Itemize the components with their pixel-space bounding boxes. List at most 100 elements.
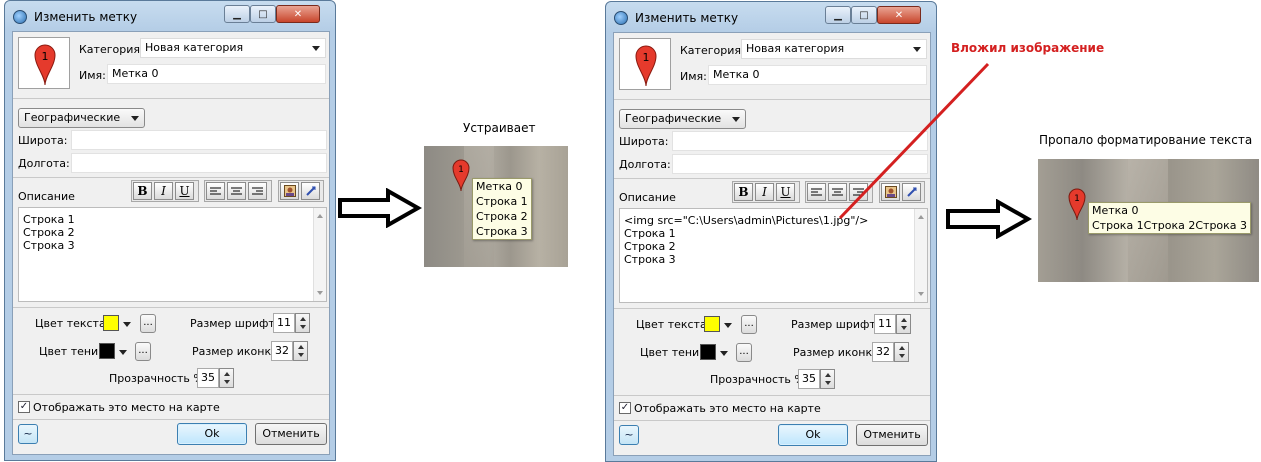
- minimize-button[interactable]: ▁: [825, 6, 851, 24]
- bold-button[interactable]: B: [133, 182, 152, 200]
- shadow-color-swatch[interactable]: [99, 343, 115, 359]
- italic-button[interactable]: I: [755, 183, 774, 201]
- svg-text:1: 1: [42, 50, 49, 63]
- icon-size-input[interactable]: 32: [872, 342, 894, 362]
- cancel-button[interactable]: Отменить: [255, 423, 327, 445]
- marker-tooltip: Метка 0 Строка 1 Строка 2 Строка 3: [472, 178, 532, 240]
- bold-button[interactable]: B: [734, 183, 753, 201]
- chevron-down-icon[interactable]: [119, 350, 127, 355]
- align-center-button[interactable]: [227, 182, 246, 200]
- minimize-button[interactable]: ▁: [224, 5, 250, 23]
- tooltip-line: Строка 3: [476, 225, 528, 238]
- name-label: Имя:: [79, 69, 106, 82]
- font-size-input[interactable]: 11: [273, 313, 295, 333]
- chevron-down-icon: [913, 47, 921, 52]
- show-on-map-checkbox[interactable]: ✓: [619, 402, 631, 414]
- underline-button[interactable]: U: [776, 183, 795, 201]
- category-value: Новая категория: [145, 41, 244, 54]
- icon-size-spinner[interactable]: [894, 342, 909, 362]
- marker-icon-preview[interactable]: 1: [619, 38, 671, 90]
- insert-image-button[interactable]: [280, 182, 299, 200]
- shadow-color-label: Цвет тени: [39, 345, 99, 358]
- align-toolbar: [204, 180, 272, 202]
- align-left-button[interactable]: [206, 182, 225, 200]
- tooltip-line: Метка 0: [476, 180, 523, 193]
- tilde-button[interactable]: ~: [18, 424, 38, 444]
- coord-mode-select[interactable]: Географические: [619, 109, 746, 129]
- chevron-down-icon[interactable]: [123, 322, 131, 327]
- tooltip-line: Строка 1: [476, 195, 528, 208]
- icon-size-input[interactable]: 32: [271, 341, 293, 361]
- latitude-input[interactable]: [71, 130, 327, 150]
- map-pin-icon: 1: [34, 44, 56, 86]
- opacity-input[interactable]: 35: [798, 369, 820, 389]
- latitude-label: Широта:: [619, 135, 669, 148]
- category-label: Категория:: [680, 44, 745, 57]
- opacity-spinner[interactable]: [219, 368, 234, 388]
- align-left-button[interactable]: [807, 183, 826, 201]
- font-size-spinner[interactable]: [295, 313, 310, 333]
- align-center-icon: [231, 187, 242, 194]
- text-color-more-button[interactable]: ...: [741, 315, 757, 334]
- name-input[interactable]: Метка 0: [107, 64, 326, 84]
- map-pin-icon: 1: [1068, 188, 1086, 221]
- opacity-spinner[interactable]: [820, 369, 835, 389]
- svg-text:1: 1: [643, 51, 650, 64]
- description-line: Строка 3: [23, 239, 75, 252]
- text-color-swatch[interactable]: [704, 316, 720, 332]
- coord-mode-select[interactable]: Географические: [18, 108, 145, 128]
- marker-tooltip: Метка 0 Строка 1Строка 2Строка 3: [1088, 202, 1252, 234]
- format-toolbar: B I U: [732, 181, 800, 203]
- italic-icon: I: [762, 185, 767, 199]
- italic-button[interactable]: I: [154, 182, 173, 200]
- description-label: Описание: [619, 191, 676, 204]
- longitude-input[interactable]: [71, 153, 327, 173]
- marker-icon-preview[interactable]: 1: [18, 37, 70, 89]
- icon-size-label: Размер иконки: [793, 346, 880, 359]
- description-line: Строка 1: [23, 213, 75, 226]
- description-line: Строка 1: [624, 227, 676, 240]
- annotation-inserted-image: Вложил изображение: [951, 41, 1105, 55]
- map-preview-lost: 1 Метка 0 Строка 1Строка 2Строка 3: [1038, 159, 1259, 282]
- maximize-button[interactable]: □: [250, 5, 276, 23]
- chevron-down-icon: [732, 117, 740, 122]
- chevron-down-icon[interactable]: [724, 323, 732, 328]
- font-size-input[interactable]: 11: [874, 314, 896, 334]
- chevron-down-icon[interactable]: [720, 351, 728, 356]
- close-button[interactable]: ✕: [276, 5, 320, 23]
- text-color-more-button[interactable]: ...: [140, 314, 156, 333]
- caption-ok: Устраивает: [463, 121, 536, 135]
- underline-button[interactable]: U: [175, 182, 194, 200]
- vertical-scrollbar[interactable]: [313, 208, 326, 301]
- tilde-button[interactable]: ~: [619, 425, 639, 445]
- minimize-icon: ▁: [834, 9, 842, 21]
- maximize-icon: □: [258, 8, 268, 20]
- align-right-button[interactable]: [248, 182, 267, 200]
- text-color-swatch[interactable]: [103, 315, 119, 331]
- shadow-color-more-button[interactable]: ...: [135, 342, 151, 361]
- cancel-button[interactable]: Отменить: [856, 424, 928, 446]
- divider: [13, 307, 329, 308]
- title-bar[interactable]: Изменить метку ▁ □ ✕: [606, 2, 936, 32]
- shadow-color-more-button[interactable]: ...: [736, 343, 752, 362]
- dialog-body: 1 Категория: Новая категория Имя: Метка …: [12, 31, 330, 455]
- underline-icon: U: [179, 184, 190, 198]
- close-button[interactable]: ✕: [877, 6, 921, 24]
- description-editor[interactable]: Строка 1 Строка 2 Строка 3: [18, 207, 327, 302]
- show-on-map-checkbox[interactable]: ✓: [18, 401, 30, 413]
- map-pin-icon: 1: [635, 45, 657, 87]
- title-bar[interactable]: Изменить метку ▁ □ ✕: [5, 1, 335, 31]
- ok-button[interactable]: Ok: [177, 423, 247, 445]
- category-select[interactable]: Новая категория: [741, 39, 927, 59]
- maximize-button[interactable]: □: [851, 6, 877, 24]
- arrow-right-icon: [946, 199, 1032, 239]
- font-size-spinner[interactable]: [896, 314, 911, 334]
- icon-size-spinner[interactable]: [293, 341, 308, 361]
- category-select[interactable]: Новая категория: [140, 38, 326, 58]
- scroll-down-icon: [918, 292, 924, 296]
- shadow-color-swatch[interactable]: [700, 344, 716, 360]
- edit-marker-dialog-left: Изменить метку ▁ □ ✕ 1 Категория: Новая …: [4, 0, 336, 461]
- ok-button[interactable]: Ok: [778, 424, 848, 446]
- opacity-input[interactable]: 35: [197, 368, 219, 388]
- insert-link-button[interactable]: [301, 182, 320, 200]
